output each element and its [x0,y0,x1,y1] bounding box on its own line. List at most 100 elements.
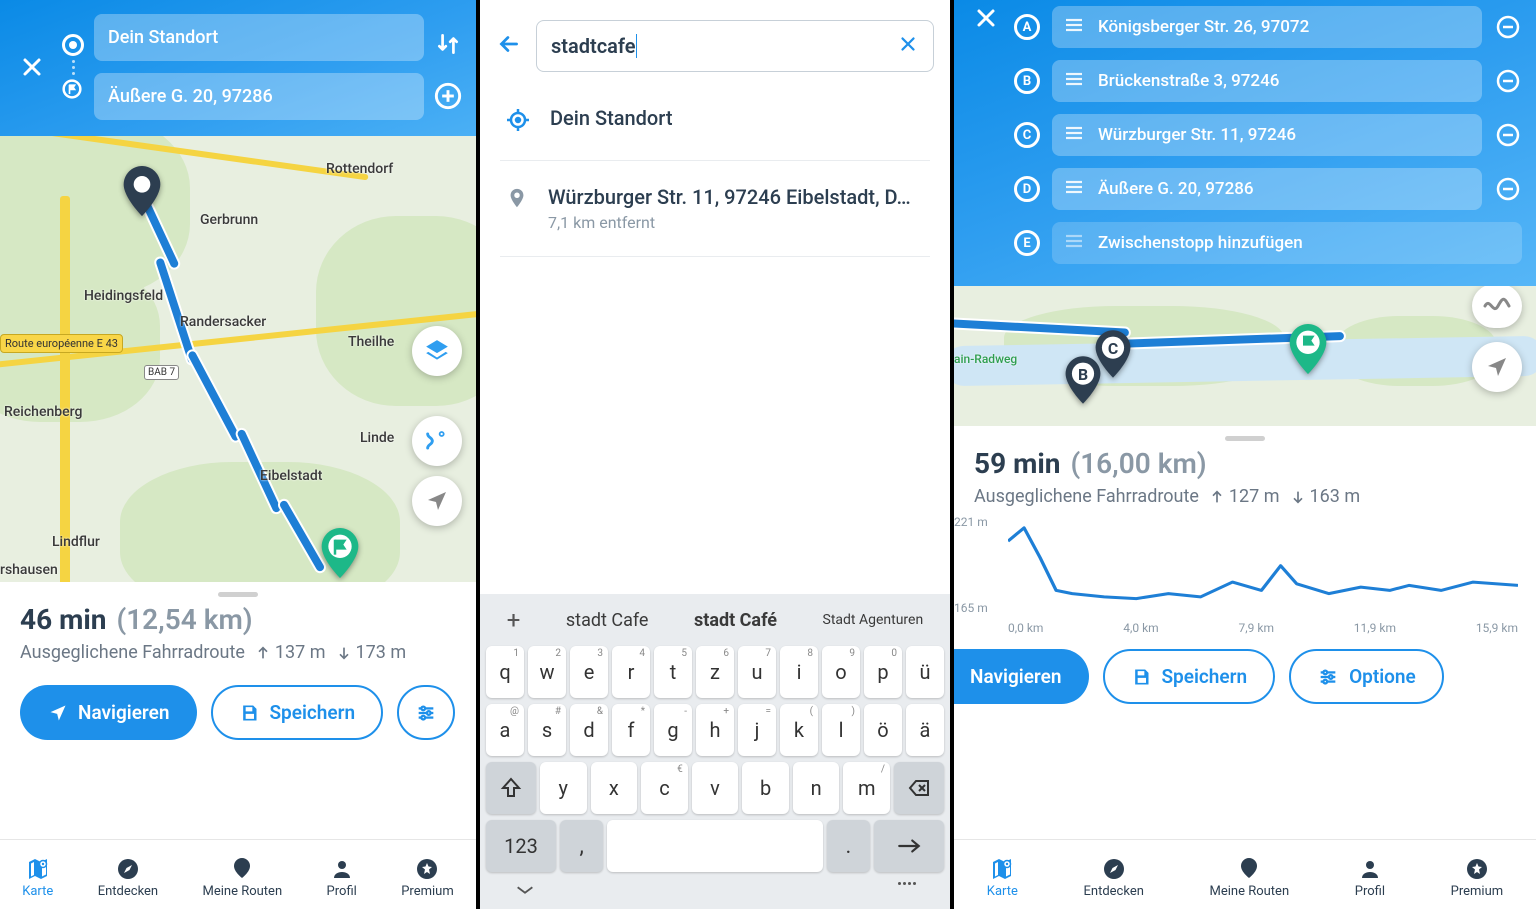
enter-key[interactable] [874,820,944,872]
drag-handle-icon[interactable] [1064,17,1084,37]
key-ö[interactable]: ö [864,704,902,756]
kbd-suggestion[interactable]: Stadt Agenturen [823,612,924,628]
key-o[interactable]: 9o [822,646,860,698]
remove-stop-button[interactable] [1494,175,1522,203]
drag-handle-icon[interactable] [1064,71,1084,91]
svg-text:C: C [1108,339,1118,358]
key-b[interactable]: b [742,762,789,814]
key-w[interactable]: 2w [528,646,566,698]
key-g[interactable]: -g [654,704,692,756]
keyboard-hide-icon[interactable] [514,882,536,901]
key-s[interactable]: #s [528,704,566,756]
tab-premium[interactable]: Premium [401,857,454,899]
period-key[interactable]: . [827,820,870,872]
options-button[interactable]: Optione [1289,649,1444,704]
key-c[interactable]: €c [641,762,688,814]
options-button[interactable] [397,685,455,740]
destination-input[interactable]: Äußere G. 20, 97286 [94,73,424,120]
path-button[interactable] [412,416,462,466]
key-l[interactable]: )l [822,704,860,756]
tab-discover[interactable]: Entdecken [1084,857,1144,899]
comma-key[interactable]: , [560,820,603,872]
stop-input[interactable]: Brückenstraße 3, 97246 [1052,60,1482,102]
tab-premium[interactable]: Premium [1451,857,1504,899]
backspace-key[interactable] [894,762,944,814]
remove-stop-button[interactable] [1494,67,1522,95]
key-u[interactable]: 7u [738,646,776,698]
keyboard-mic-icon[interactable] [898,882,916,901]
search-input-container[interactable]: stadtcafe [536,20,934,72]
road-badge: BAB 7 [144,365,179,380]
key-ä[interactable]: ä [906,704,944,756]
navigate-button[interactable]: Navigieren [954,649,1089,704]
shift-key[interactable] [486,762,536,814]
key-f[interactable]: *f [612,704,650,756]
navigate-button[interactable]: Navigieren [20,685,197,740]
tab-map[interactable]: Karte [987,857,1018,899]
swap-button[interactable] [434,30,462,58]
drag-handle[interactable] [1225,436,1265,441]
stop-input[interactable]: Königsberger Str. 26, 97072 [1052,6,1482,48]
key-z[interactable]: 6z [696,646,734,698]
numpad-key[interactable]: 123 [486,820,556,872]
key-a[interactable]: @a [486,704,524,756]
key-q[interactable]: 1q [486,646,524,698]
stop-input[interactable]: Äußere G. 20, 97286 [1052,168,1482,210]
key-t[interactable]: 5t [654,646,692,698]
kbd-add-icon[interactable]: + [507,606,521,634]
space-key[interactable] [607,820,823,872]
snap-route-button[interactable] [1472,286,1522,328]
close-button[interactable] [968,0,1004,36]
key-j[interactable]: =j [738,704,776,756]
tab-bar: Karte Entdecken Meine Routen Profil Prem… [0,839,476,909]
layers-button[interactable] [412,326,462,376]
route-summary: 46 min (12,54 km) Ausgeglichene Fahrradr… [0,603,476,671]
key-m[interactable]: /m [843,762,890,814]
tab-discover[interactable]: Entdecken [98,857,158,899]
search-input[interactable]: stadtcafe [551,34,636,58]
back-button[interactable] [496,31,522,61]
drag-handle-icon[interactable] [1064,125,1084,145]
save-button[interactable]: Speichern [211,685,383,740]
elevation-chart[interactable]: 221 m 165 m 0,0 km 4,0 km 7,9 km 11,9 km… [954,515,1536,635]
duration-value: 59 min [974,447,1060,480]
drag-handle[interactable] [218,592,258,597]
map-view[interactable]: ain-Radweg B C [954,286,1536,426]
key-d[interactable]: &d [570,704,608,756]
add-stop-button[interactable]: Zwischenstopp hinzufügen [1052,222,1522,264]
close-button[interactable] [14,55,50,79]
key-i[interactable]: 8i [780,646,818,698]
key-h[interactable]: +h [696,704,734,756]
remove-stop-button[interactable] [1494,13,1522,41]
key-r[interactable]: 4r [612,646,650,698]
key-p[interactable]: 0p [864,646,902,698]
locate-button[interactable] [412,476,462,526]
key-e[interactable]: 3e [570,646,608,698]
remove-stop-button[interactable] [1494,121,1522,149]
map-view[interactable]: Rottendorf Gerbrunn Heidingsfeld Randers… [0,136,476,582]
suggestion-current-location[interactable]: Dein Standort [500,82,930,161]
locate-button[interactable] [1472,342,1522,392]
stop-letter-icon: A [1014,14,1040,40]
key-x[interactable]: x [591,762,638,814]
ascent-value: 127 m [1209,486,1280,507]
key-k[interactable]: (k [780,704,818,756]
tab-map[interactable]: Karte [22,857,53,899]
key-ü[interactable]: ü [906,646,944,698]
add-waypoint-button[interactable] [434,82,462,110]
tab-profile[interactable]: Profil [327,857,357,899]
key-v[interactable]: v [692,762,739,814]
key-y[interactable]: y [540,762,587,814]
start-location-input[interactable]: Dein Standort [94,14,424,61]
clear-search-button[interactable] [897,33,919,59]
tab-routes[interactable]: Meine Routen [1210,857,1290,899]
kbd-suggestion[interactable]: stadt Cafe [566,610,649,631]
suggestion-address[interactable]: Würzburger Str. 11, 97246 Eibelstadt, D…… [500,161,930,257]
save-button[interactable]: Speichern [1103,649,1275,704]
tab-profile[interactable]: Profil [1355,857,1385,899]
tab-routes[interactable]: Meine Routen [203,857,283,899]
drag-handle-icon[interactable] [1064,179,1084,199]
stop-input[interactable]: Würzburger Str. 11, 97246 [1052,114,1482,156]
kbd-suggestion[interactable]: stadt Café [694,610,777,631]
key-n[interactable]: n [793,762,840,814]
